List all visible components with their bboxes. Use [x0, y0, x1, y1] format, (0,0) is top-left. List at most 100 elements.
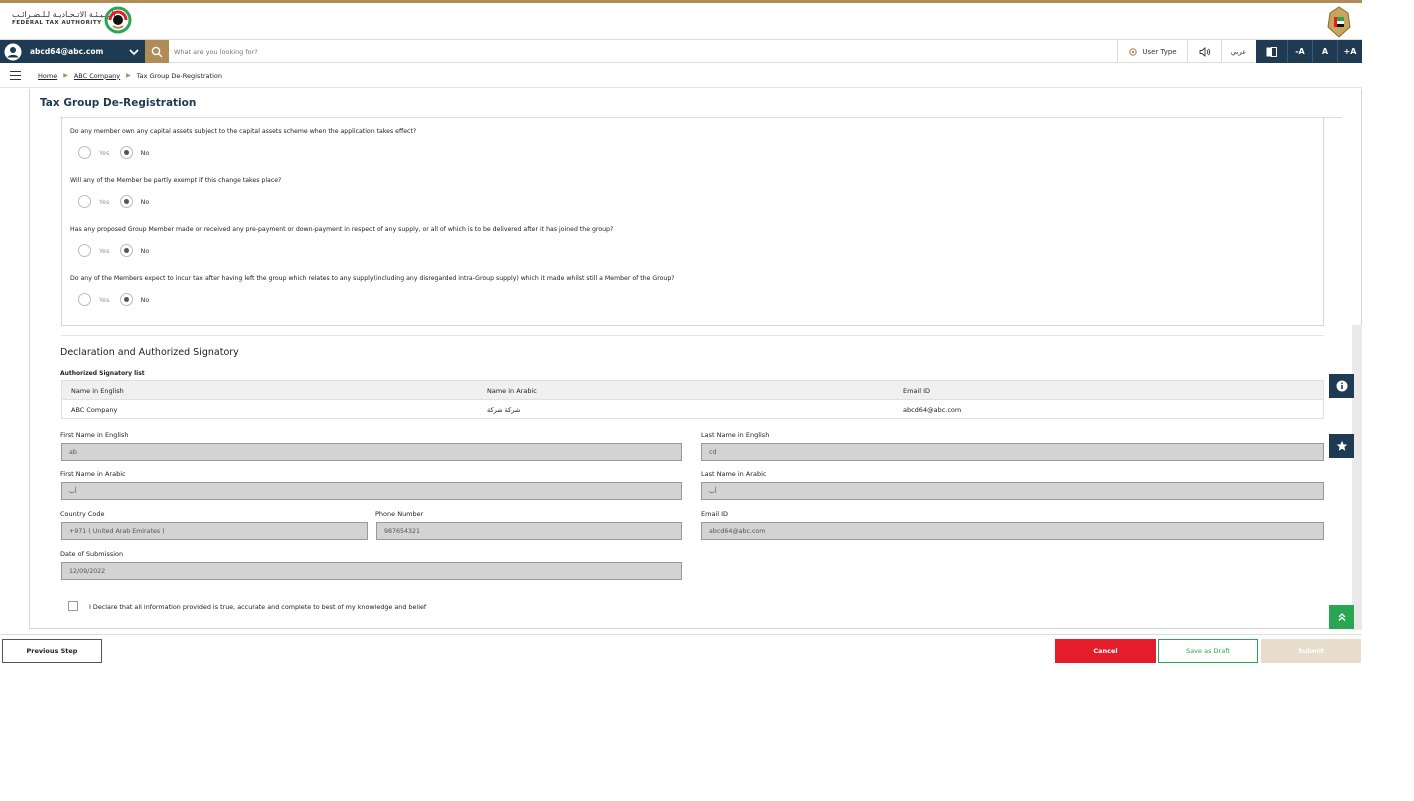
contrast-icon — [1266, 46, 1277, 57]
user-type-button[interactable]: User Type — [1117, 40, 1187, 63]
radio-no-label: No — [140, 148, 150, 157]
question-partly-exempt: Will any of the Member be partly exempt … — [70, 177, 282, 184]
user-type-label: User Type — [1142, 47, 1177, 56]
radio-no-label: No — [140, 295, 150, 304]
phone-number-field[interactable]: 987654321 — [376, 522, 682, 540]
country-code-label: Country Code — [60, 510, 105, 518]
breadcrumb-separator-icon: ▶ — [63, 72, 68, 79]
column-header-email: Email ID — [903, 387, 931, 395]
breadcrumb-current: Tax Group De-Registration — [136, 71, 222, 80]
language-toggle-arabic[interactable]: عربي — [1221, 40, 1255, 63]
last-name-english-field[interactable]: cd — [701, 443, 1324, 461]
radio-no-label: No — [140, 246, 150, 255]
last-name-arabic-label: Last Name in Arabic — [701, 470, 767, 478]
question-pre-payment: Has any proposed Group Member made or re… — [70, 226, 614, 233]
radio-group-capital-assets: Yes No — [78, 146, 159, 159]
cell-email: abcd64@abc.com — [903, 406, 962, 414]
info-side-button[interactable] — [1329, 374, 1354, 398]
page-title: Tax Group De-Registration — [40, 97, 197, 109]
radio-yes-label: Yes — [99, 295, 110, 304]
text-to-speech-button[interactable] — [1187, 40, 1221, 63]
page: الـهـيـئـة الاتـحـاديـة لـلـضـرائـب FEDE… — [0, 0, 1414, 801]
submission-date-label: Date of Submission — [60, 550, 124, 558]
first-name-english-label: First Name in English — [60, 431, 129, 439]
favorite-side-button[interactable] — [1329, 434, 1354, 458]
radio-no-selected[interactable] — [119, 293, 133, 306]
speaker-icon — [1199, 46, 1210, 57]
contrast-toggle-button[interactable] — [1255, 40, 1287, 63]
question-incur-tax: Do any of the Members expect to incur ta… — [70, 275, 675, 282]
radio-no-selected[interactable] — [119, 146, 133, 159]
radio-no-selected[interactable] — [119, 244, 133, 257]
previous-step-button[interactable]: Previous Step — [2, 639, 102, 663]
last-name-arabic-field[interactable]: أب — [701, 482, 1324, 500]
country-code-field[interactable]: +971 ( United Arab Emirates ) — [61, 522, 368, 540]
breadcrumb-bar: Home ▶ ABC Company ▶ Tax Group De-Regist… — [0, 64, 1362, 88]
header-logo-row: الـهـيـئـة الاتـحـاديـة لـلـضـرائـب FEDE… — [0, 3, 1362, 39]
question-capital-assets: Do any member own any capital assets sub… — [70, 128, 417, 135]
gear-icon — [1129, 47, 1138, 56]
scroll-to-top-button[interactable] — [1329, 605, 1354, 629]
search-icon — [151, 46, 163, 57]
star-icon — [1336, 440, 1347, 451]
font-decrease-button[interactable]: -A — [1287, 40, 1312, 63]
user-avatar-icon — [4, 43, 22, 60]
top-toolbar: abcd64@abc.com User Type — [0, 39, 1362, 63]
declaration-checkbox-label: I Declare that all information provided … — [89, 603, 427, 611]
logo-arabic-text: الـهـيـئـة الاتـحـاديـة لـلـضـرائـب — [12, 10, 116, 19]
hamburger-menu-icon[interactable] — [10, 70, 22, 81]
radio-group-pre-payment: Yes No — [78, 244, 159, 257]
questions-section: Do any member own any capital assets sub… — [61, 117, 1324, 326]
toolbar-right-group: User Type عربي -A A +A — [1117, 40, 1362, 63]
submission-date-field[interactable]: 12/09/2022 — [61, 562, 682, 580]
radio-no-selected[interactable] — [119, 195, 133, 208]
email-id-field[interactable]: abcd64@abc.com — [701, 522, 1324, 540]
logo-english-text: FEDERAL TAX AUTHORITY — [12, 20, 102, 26]
breadcrumb: Home ▶ ABC Company ▶ Tax Group De-Regist… — [38, 72, 222, 80]
submit-button[interactable]: Submit — [1261, 639, 1361, 663]
radio-yes-label: Yes — [99, 197, 110, 206]
cancel-button[interactable]: Cancel — [1055, 639, 1156, 663]
section-divider — [61, 335, 1324, 336]
signatory-table: Name in English Name in Arabic Email ID … — [61, 380, 1324, 419]
last-name-english-label: Last Name in English — [701, 431, 770, 439]
breadcrumb-separator-icon: ▶ — [126, 72, 131, 79]
bottom-action-bar: Previous Step Cancel Save as Draft Submi… — [0, 634, 1362, 665]
scrollbar[interactable] — [1352, 325, 1362, 630]
first-name-arabic-label: First Name in Arabic — [60, 470, 126, 478]
radio-yes[interactable] — [78, 146, 91, 159]
info-icon — [1336, 380, 1347, 392]
search-button[interactable] — [145, 40, 169, 63]
radio-yes[interactable] — [78, 293, 91, 306]
save-as-draft-button[interactable]: Save as Draft — [1158, 639, 1258, 663]
declaration-section-title: Declaration and Authorized Signatory — [60, 347, 239, 358]
radio-yes[interactable] — [78, 244, 91, 257]
radio-yes-label: Yes — [99, 246, 110, 255]
phone-number-label: Phone Number — [375, 510, 424, 518]
declaration-checkbox[interactable] — [68, 601, 78, 611]
radio-yes[interactable] — [78, 195, 91, 208]
cell-name-english: ABC Company — [71, 406, 118, 414]
breadcrumb-home-link[interactable]: Home — [38, 72, 57, 80]
column-header-name-english: Name in English — [71, 387, 124, 395]
radio-group-partly-exempt: Yes No — [78, 195, 159, 208]
signatory-list-label: Authorized Signatory list — [60, 370, 145, 377]
double-chevron-up-icon — [1338, 613, 1345, 621]
fta-logo-text[interactable]: الـهـيـئـة الاتـحـاديـة لـلـضـرائـب FEDE… — [12, 11, 116, 27]
cell-name-arabic: شركة شركة — [487, 406, 521, 414]
column-header-name-arabic: Name in Arabic — [487, 387, 537, 395]
user-account-dropdown[interactable]: abcd64@abc.com — [0, 40, 145, 63]
user-email: abcd64@abc.com — [30, 47, 104, 56]
breadcrumb-company-link[interactable]: ABC Company — [74, 72, 120, 80]
signatory-table-header: Name in English Name in Arabic Email ID — [62, 381, 1323, 400]
first-name-arabic-field[interactable]: أب — [61, 482, 682, 500]
search-input[interactable] — [174, 43, 574, 60]
uae-emblem-icon — [1327, 6, 1351, 38]
font-increase-button[interactable]: +A — [1337, 40, 1362, 63]
fta-logo-mark-icon[interactable] — [104, 6, 132, 34]
radio-yes-label: Yes — [99, 148, 110, 157]
font-default-button[interactable]: A — [1312, 40, 1337, 63]
radio-no-label: No — [140, 197, 150, 206]
radio-group-incur-tax: Yes No — [78, 293, 159, 306]
first-name-english-field[interactable]: ab — [61, 443, 682, 461]
